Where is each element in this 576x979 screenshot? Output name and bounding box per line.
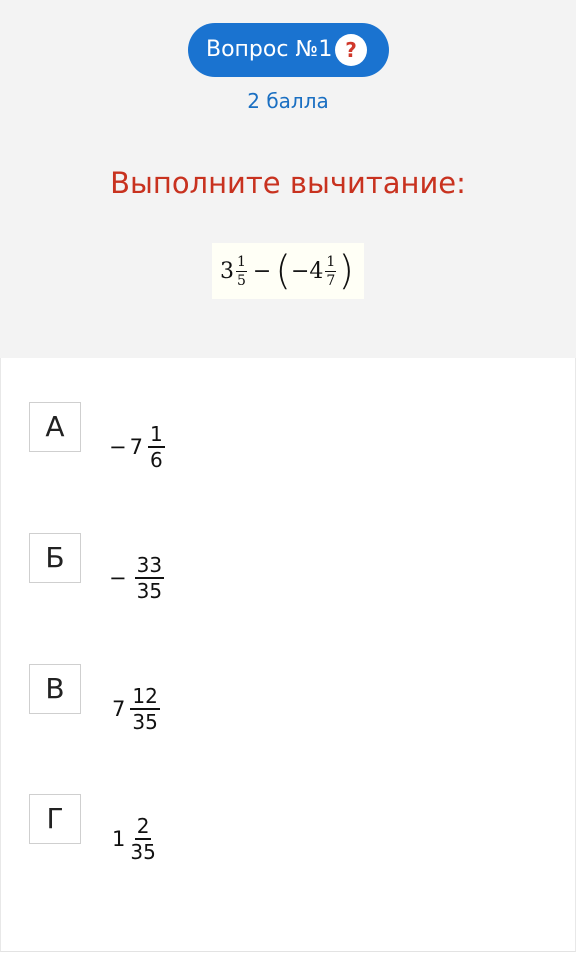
question-number-pill: Вопрос №1 ? <box>188 23 389 77</box>
question-points: 2 балла <box>247 89 329 113</box>
expr-minus: − <box>252 258 272 284</box>
option-numerator: 12 <box>130 684 160 710</box>
option-letter[interactable]: Г <box>29 794 81 844</box>
expr-close-paren: ) <box>338 248 354 294</box>
question-header: Вопрос №1 ? 2 балла Выполните вычитание:… <box>0 0 576 358</box>
expr-inner-whole: −4 <box>290 258 324 284</box>
expr-den-1: 5 <box>237 272 246 289</box>
option-sign: − <box>109 566 127 590</box>
option-value: − 7 1 6 <box>109 412 167 482</box>
answer-options: А − 7 1 6 Б − 33 35 В 7 12 35 Г 1 2 35 <box>0 358 576 952</box>
option-fraction: 2 35 <box>130 816 155 862</box>
option-whole: 1 <box>112 827 126 851</box>
option-denominator: 6 <box>149 448 163 472</box>
answer-option-g[interactable]: Г 1 2 35 <box>29 750 549 862</box>
option-denominator: 35 <box>136 579 163 603</box>
question-expression: 3 1 5 − ( −4 1 7 ) <box>212 243 364 299</box>
option-numerator: 33 <box>134 553 165 579</box>
answer-option-v[interactable]: В 7 12 35 <box>29 620 549 732</box>
option-sign: − <box>109 435 127 459</box>
option-letter[interactable]: В <box>29 664 81 714</box>
option-value: 7 12 35 <box>109 674 162 744</box>
option-letter[interactable]: Б <box>29 533 81 583</box>
option-denominator: 35 <box>132 710 158 734</box>
option-value: − 33 35 <box>109 543 166 613</box>
expr-whole-1: 3 <box>220 258 234 284</box>
option-numerator: 1 <box>147 422 165 448</box>
expr-fraction-2: 1 7 <box>325 253 337 289</box>
option-fraction: 12 35 <box>130 684 160 734</box>
option-fraction: 1 6 <box>147 422 165 472</box>
option-whole: 7 <box>112 697 126 721</box>
answer-option-b[interactable]: Б − 33 35 <box>29 489 549 601</box>
option-fraction: 33 35 <box>134 553 165 603</box>
option-value: 1 2 35 <box>109 804 158 874</box>
option-denominator: 35 <box>130 840 156 864</box>
expr-fraction-1: 1 5 <box>236 255 247 288</box>
help-icon[interactable]: ? <box>335 34 367 66</box>
question-number-label: Вопрос №1 <box>206 37 333 62</box>
option-whole: 7 <box>129 435 143 459</box>
expr-num-2: 1 <box>325 253 337 272</box>
option-letter[interactable]: А <box>29 402 81 452</box>
expr-den-2: 7 <box>326 272 336 289</box>
expr-num-1: 1 <box>236 253 247 272</box>
question-task: Выполните вычитание: <box>110 166 466 200</box>
answer-option-a[interactable]: А − 7 1 6 <box>29 358 549 470</box>
expr-open-paren: ( <box>275 248 291 294</box>
option-numerator: 2 <box>134 814 152 840</box>
